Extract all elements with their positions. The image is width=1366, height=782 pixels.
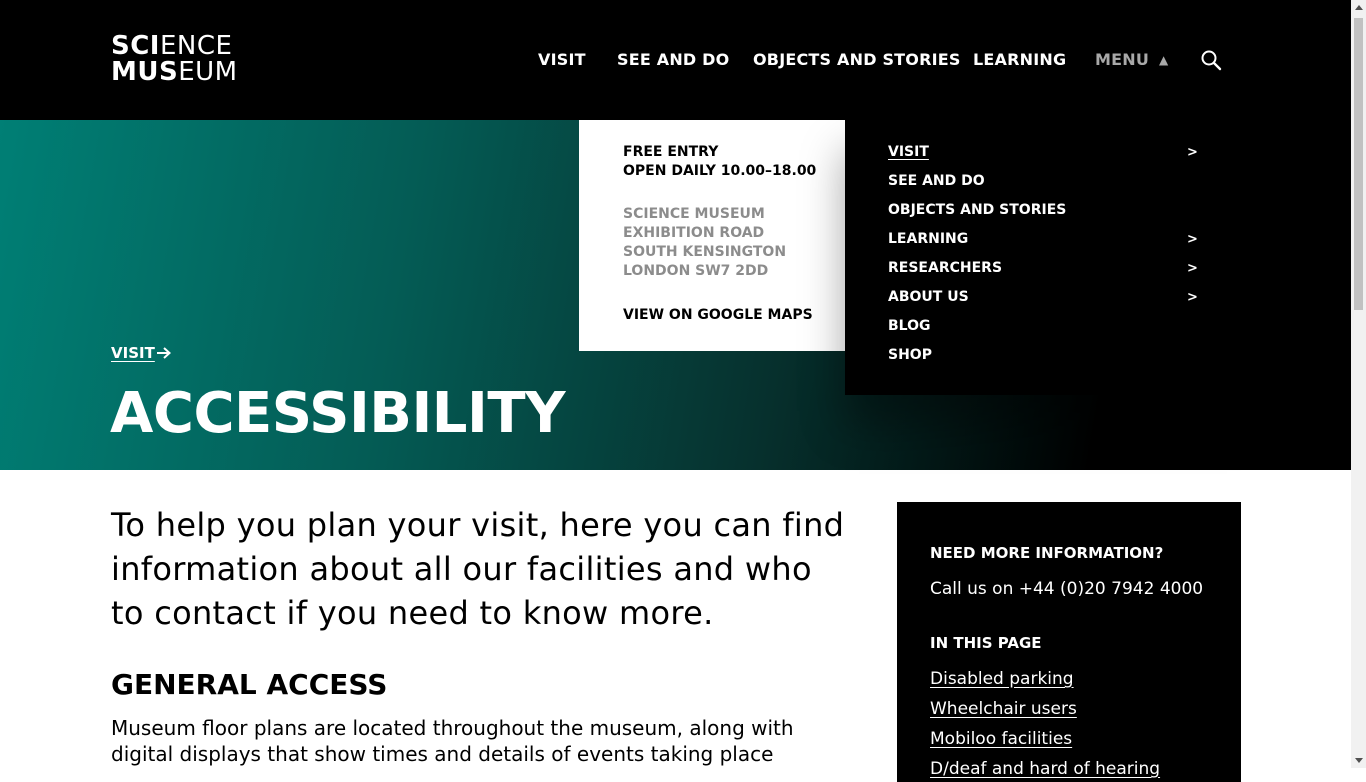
dropdown-menu: VISIT > SEE AND DO OBJECTS AND STORIES L…	[845, 120, 1241, 395]
scrollbar-thumb[interactable]	[1354, 18, 1363, 310]
menu-item-researchers[interactable]: RESEARCHERS	[888, 260, 1002, 276]
menu-toggle-button[interactable]: MENU ▲	[1095, 50, 1168, 69]
address-line: LONDON SW7 2DD	[623, 263, 769, 279]
chevron-right-icon[interactable]: >	[1187, 261, 1198, 276]
toc-link-disabled-parking[interactable]: Disabled parking	[930, 669, 1074, 689]
chevron-right-icon[interactable]: >	[1187, 232, 1198, 247]
address-line: EXHIBITION ROAD	[623, 225, 765, 241]
section-heading-general-access: GENERAL ACCESS	[111, 668, 388, 701]
google-maps-link[interactable]: VIEW ON GOOGLE MAPS	[623, 307, 813, 323]
nav-visit[interactable]: VISIT	[538, 50, 586, 69]
breadcrumb-visit[interactable]: VISIT	[111, 344, 155, 362]
menu-item-blog[interactable]: BLOG	[888, 318, 931, 334]
sidebar-heading-in-this-page: IN THIS PAGE	[930, 634, 1042, 652]
logo-text-thin-2: EUM	[178, 57, 238, 87]
menu-item-learning[interactable]: LEARNING	[888, 231, 968, 247]
nav-learning[interactable]: LEARNING	[973, 50, 1066, 69]
chevron-right-icon[interactable]: >	[1187, 145, 1198, 160]
menu-item-see-and-do[interactable]: SEE AND DO	[888, 173, 985, 189]
logo-text-bold-2: MUS	[111, 57, 179, 87]
page-scrollbar[interactable]	[1351, 0, 1366, 768]
opening-hours-text: OPEN DAILY 10.00–18.00	[623, 163, 817, 179]
menu-item-shop[interactable]: SHOP	[888, 347, 932, 363]
nav-objects-and-stories[interactable]: OBJECTS AND STORIES	[753, 50, 961, 69]
nav-see-and-do[interactable]: SEE AND DO	[617, 50, 729, 69]
site-header: SCIENCE MUSEUM VISIT SEE AND DO OBJECTS …	[0, 0, 1351, 120]
toc-link-mobiloo[interactable]: Mobiloo facilities	[930, 729, 1072, 749]
sidebar-heading-need-info: NEED MORE INFORMATION?	[930, 544, 1164, 562]
info-sidebar: NEED MORE INFORMATION? Call us on +44 (0…	[897, 502, 1241, 782]
general-access-text: Museum floor plans are located throughou…	[111, 716, 794, 766]
menu-item-visit[interactable]: VISIT	[888, 144, 929, 160]
scroll-down-icon[interactable]	[1355, 758, 1363, 763]
science-museum-logo[interactable]: SCIENCE MUSEUM	[111, 33, 238, 85]
scroll-up-icon[interactable]	[1355, 5, 1363, 10]
chevron-right-icon[interactable]: >	[1187, 290, 1198, 305]
triangle-up-icon: ▲	[1159, 53, 1169, 67]
menu-item-objects-and-stories[interactable]: OBJECTS AND STORIES	[888, 202, 1066, 218]
address-line: SCIENCE MUSEUM	[623, 206, 765, 222]
free-entry-text: FREE ENTRY	[623, 144, 719, 160]
search-icon[interactable]	[1200, 49, 1222, 71]
toc-link-wheelchair-users[interactable]: Wheelchair users	[930, 699, 1077, 719]
intro-paragraph: To help you plan your visit, here you ca…	[111, 506, 845, 632]
menu-label: MENU	[1095, 50, 1150, 69]
menu-item-about-us[interactable]: ABOUT US	[888, 289, 969, 305]
address-line: SOUTH KENSINGTON	[623, 244, 787, 260]
toc-link-deaf-hard-of-hearing[interactable]: D/deaf and hard of hearing	[930, 759, 1160, 779]
arrow-right-icon	[156, 345, 172, 359]
phone-number-text: Call us on +44 (0)20 7942 4000	[930, 579, 1204, 599]
visit-info-panel: FREE ENTRY OPEN DAILY 10.00–18.00 SCIENC…	[579, 120, 845, 351]
page-title: ACCESSIBILITY	[110, 381, 566, 446]
